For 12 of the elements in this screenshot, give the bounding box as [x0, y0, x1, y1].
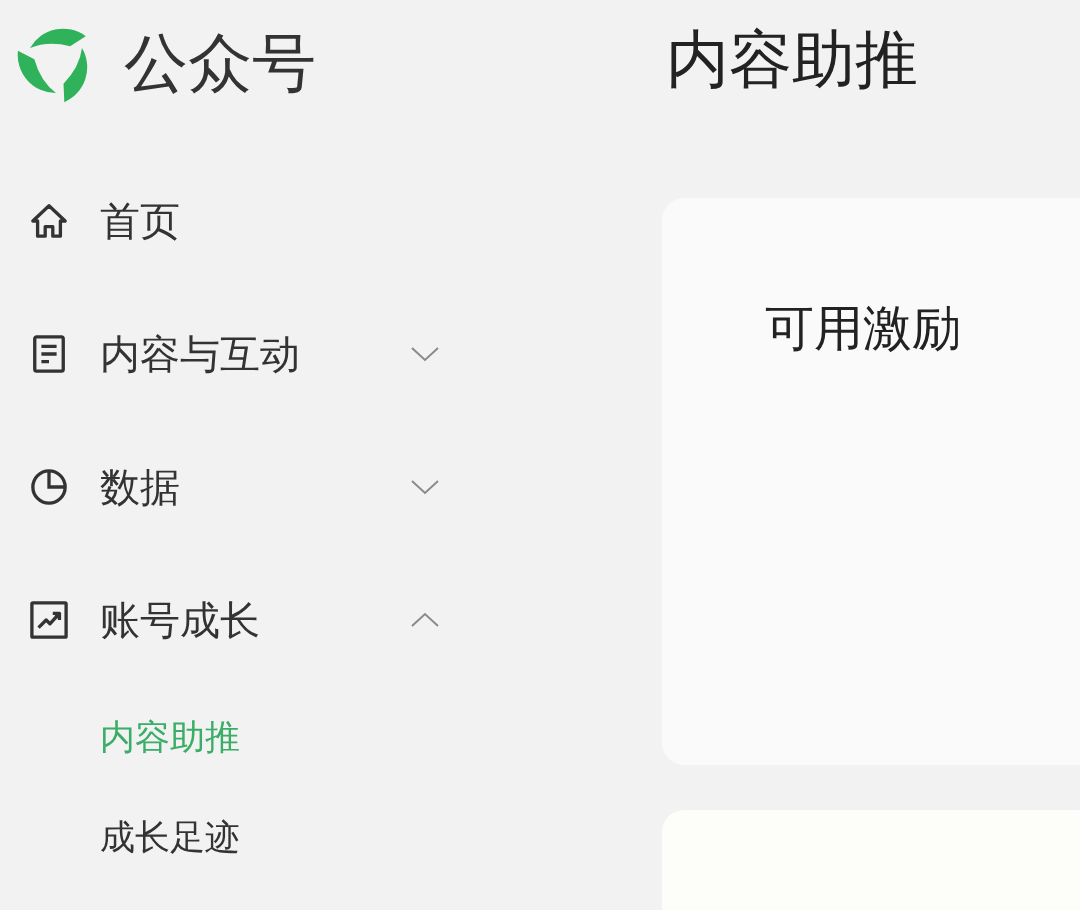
- page-title: 内容助推: [666, 28, 918, 91]
- pie-chart-icon: [30, 467, 68, 506]
- nav-item[interactable]: 账号成长: [0, 553, 440, 686]
- document-icon: [30, 334, 68, 373]
- home-icon: [30, 201, 68, 240]
- nav-item[interactable]: 内容与互动: [0, 287, 440, 420]
- nav-item[interactable]: 首页: [0, 154, 440, 287]
- trend-chart-icon: [30, 600, 68, 639]
- card-title: 可用激励: [765, 304, 961, 353]
- nav-subitem[interactable]: 成长足迹: [0, 786, 440, 886]
- app-name: 公众号: [124, 31, 316, 95]
- nav-item[interactable]: 数据: [0, 420, 440, 553]
